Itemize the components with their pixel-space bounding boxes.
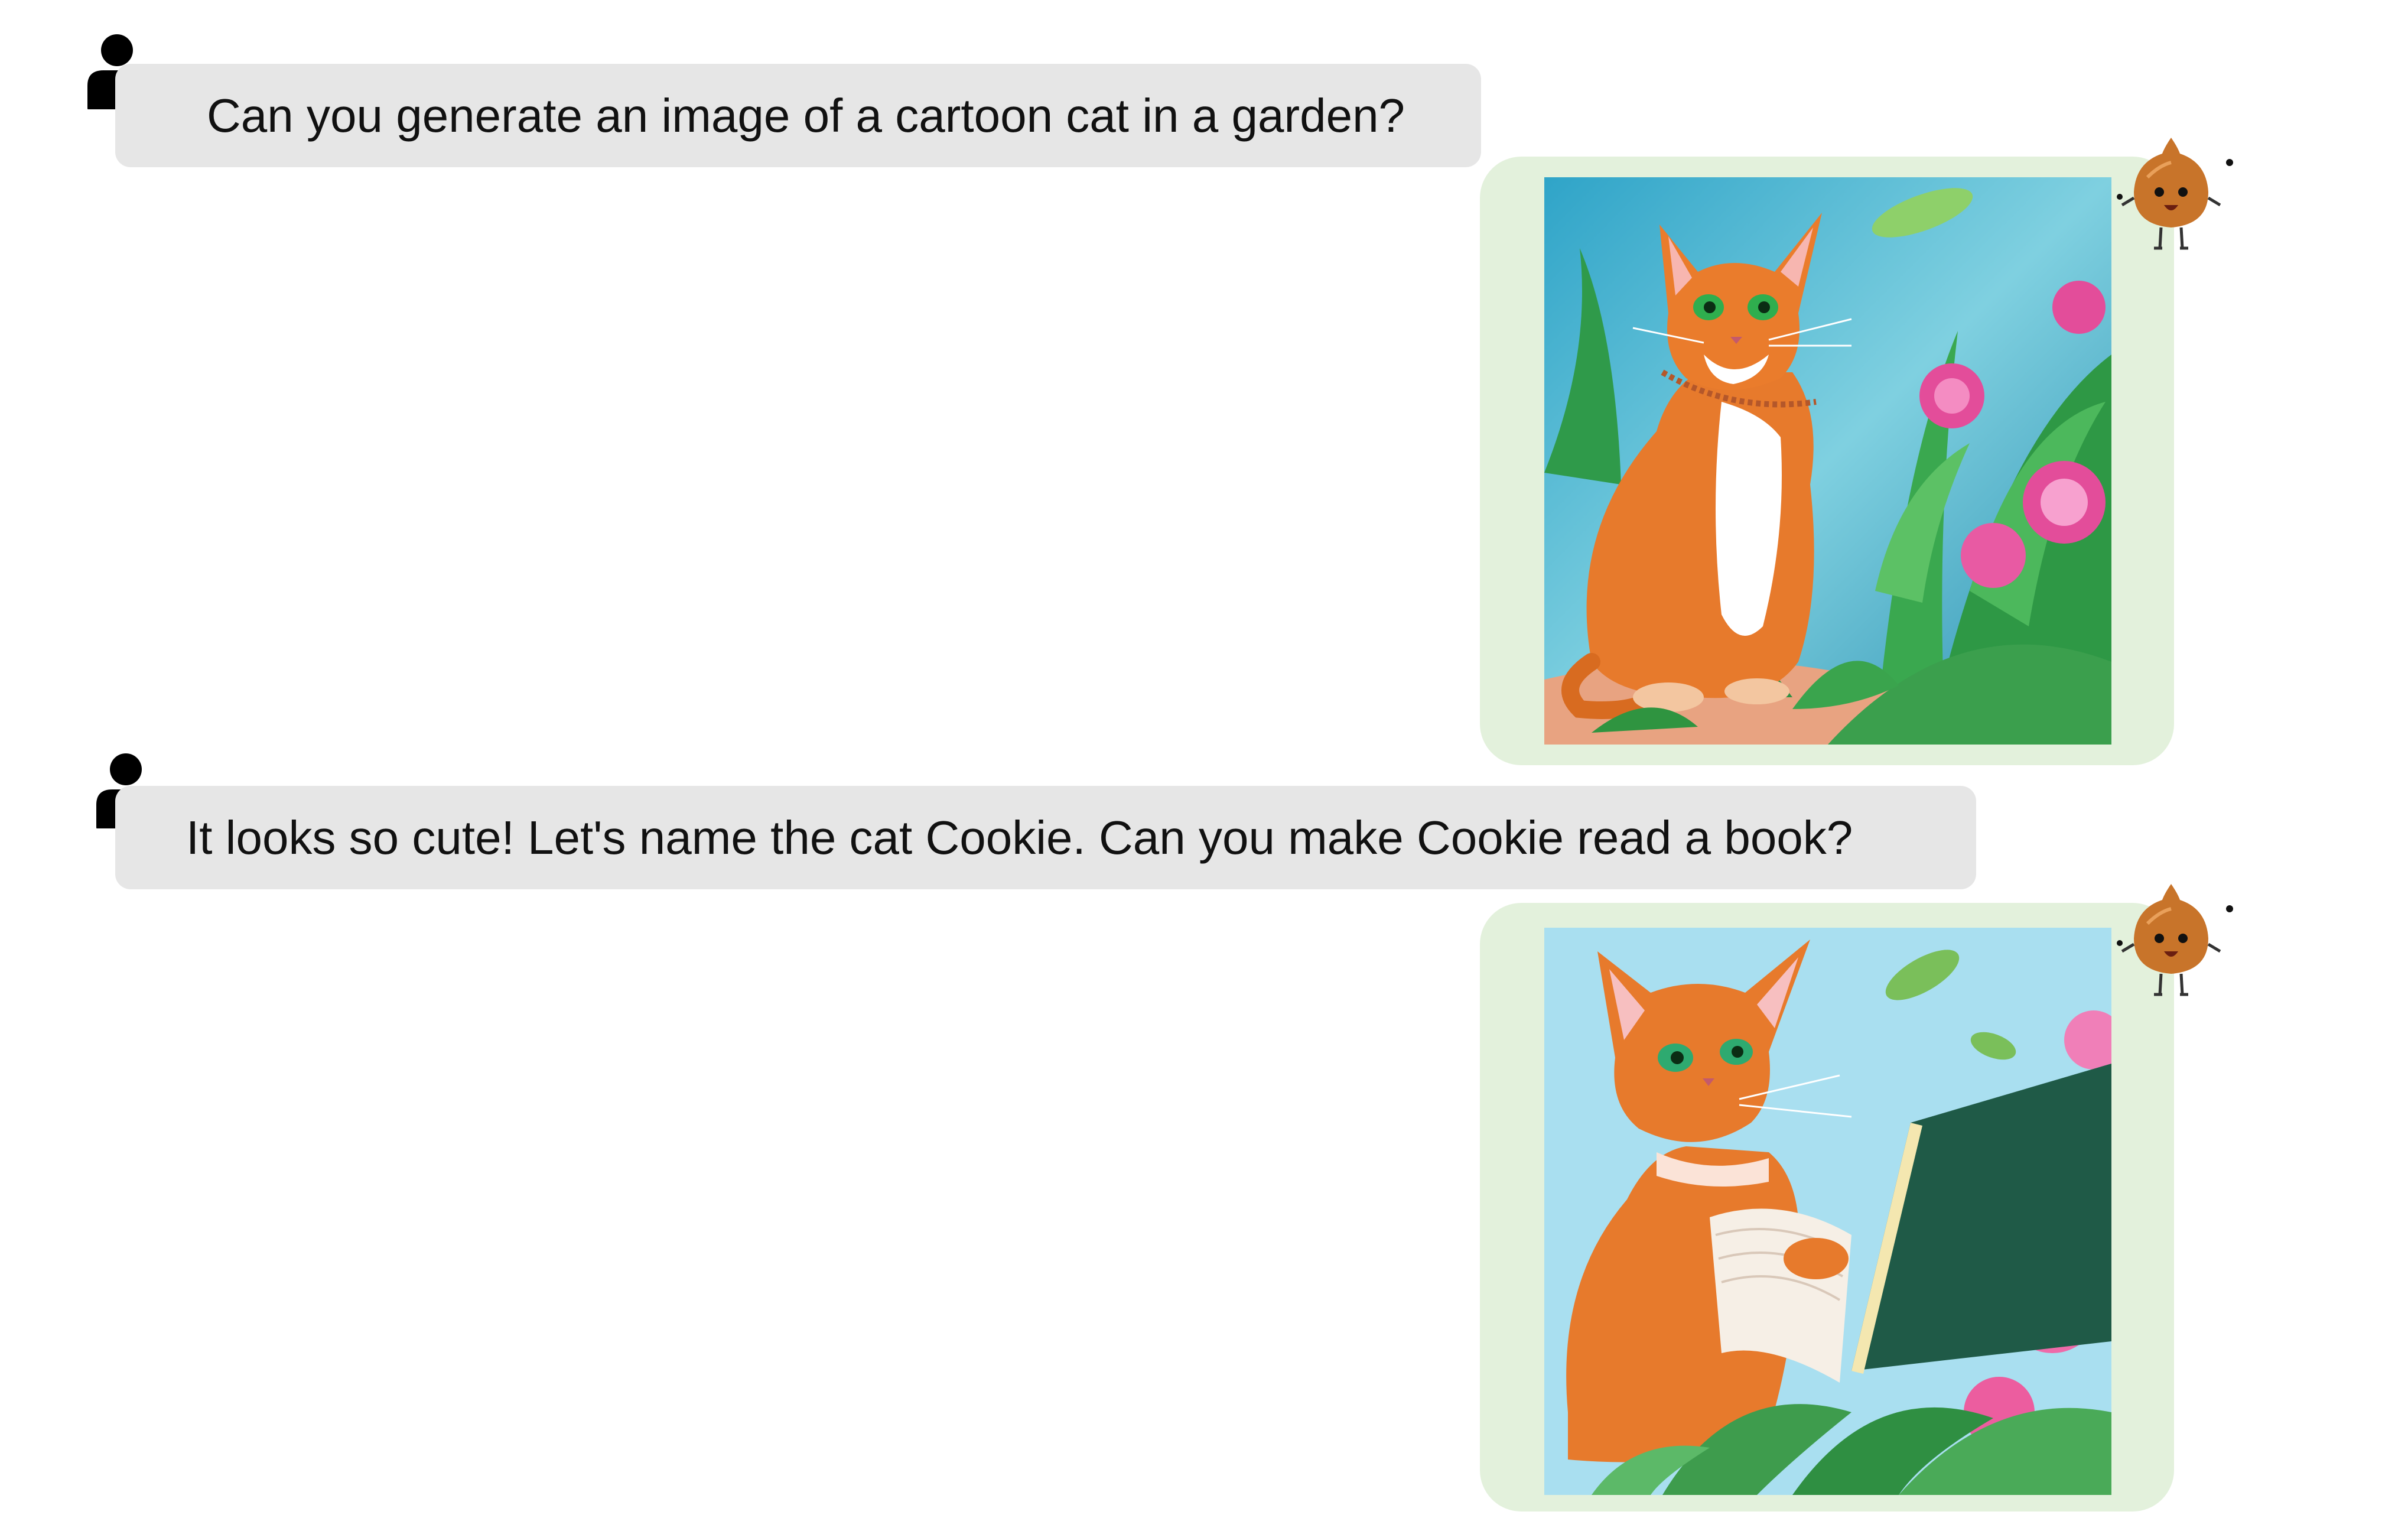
chestnut-mascot-icon — [2117, 884, 2233, 996]
generated-image-cat-in-garden[interactable] — [1544, 177, 2111, 745]
user-message-text: Can you generate an image of a cartoon c… — [207, 89, 1405, 142]
assistant-avatar — [2103, 127, 2239, 263]
assistant-avatar — [2103, 873, 2239, 1009]
generated-image-cat-reading-book[interactable] — [1544, 928, 2111, 1495]
user-message-text: It looks so cute! Let's name the cat Coo… — [186, 811, 1853, 864]
user-message-bubble: Can you generate an image of a cartoon c… — [115, 64, 1481, 167]
user-message-bubble: It looks so cute! Let's name the cat Coo… — [115, 786, 1976, 889]
chestnut-mascot-icon — [2117, 138, 2233, 250]
